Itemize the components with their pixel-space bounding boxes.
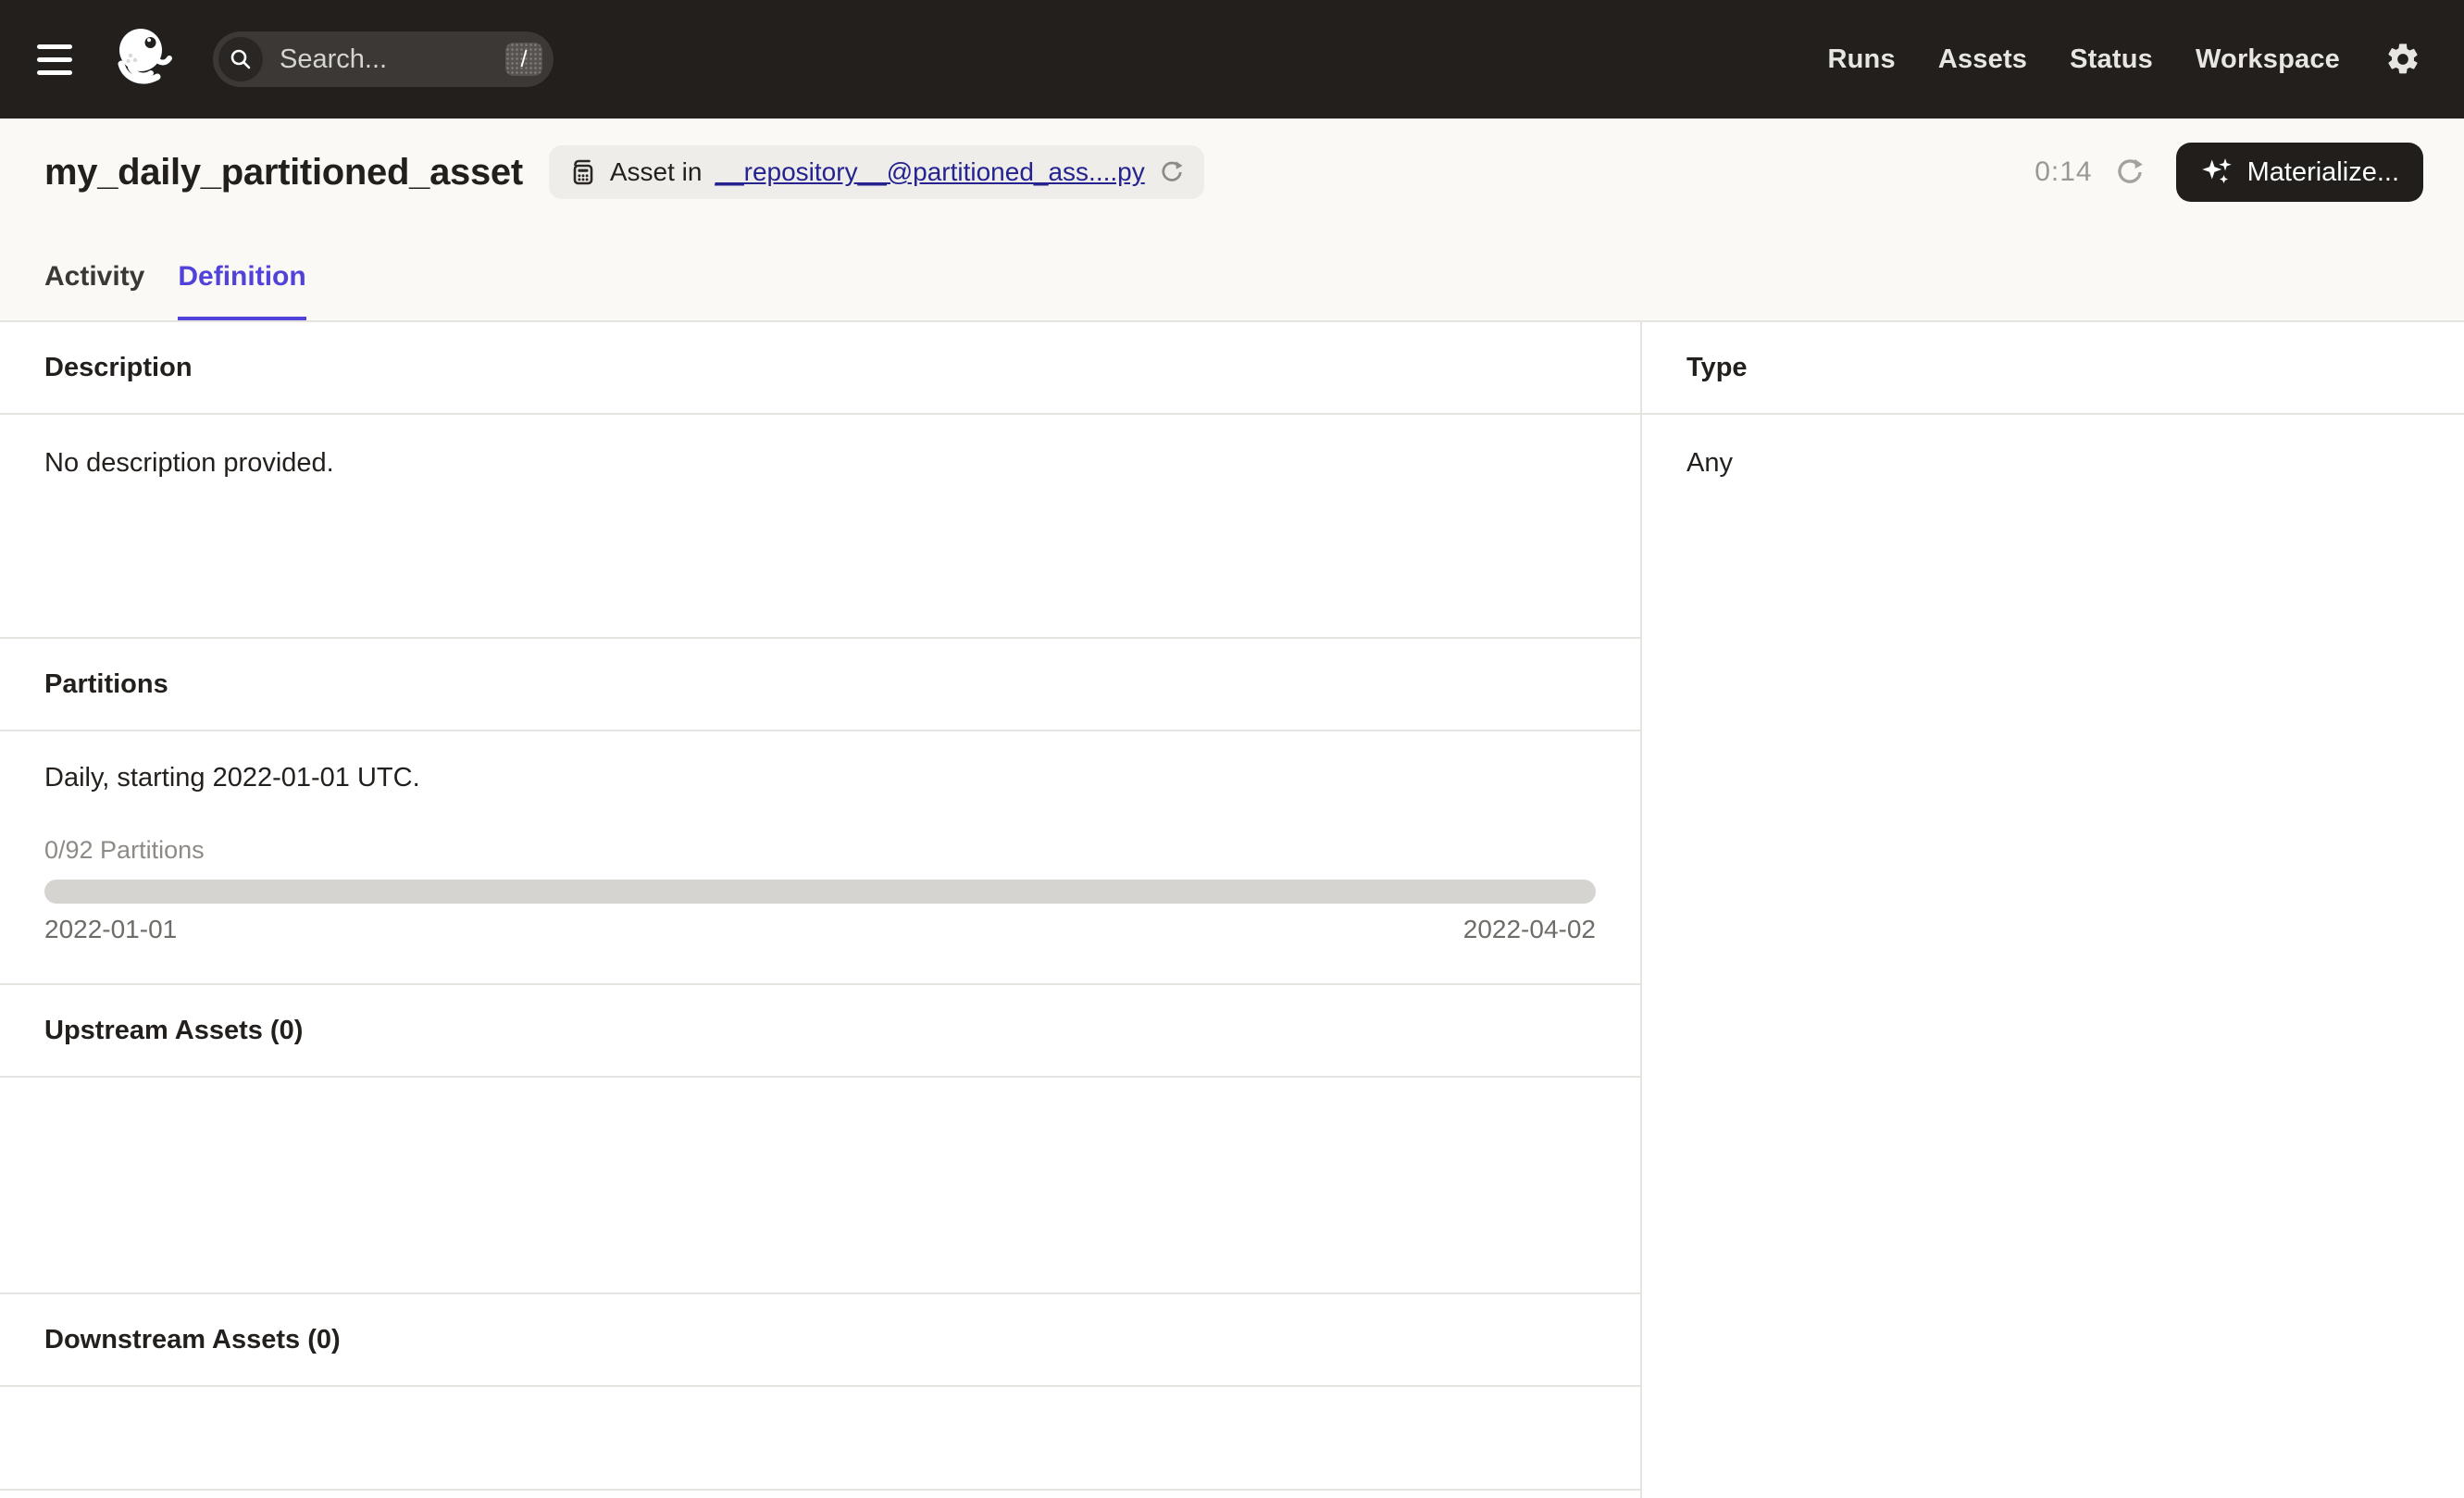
materialize-button[interactable]: Materialize... — [2175, 143, 2423, 202]
description-section-heading: Description — [0, 322, 1640, 415]
hamburger-icon — [37, 44, 72, 49]
tab-activity[interactable]: Activity — [44, 261, 144, 320]
hamburger-icon — [37, 69, 72, 75]
asset-group-icon — [573, 159, 593, 185]
downstream-section-heading: Downstream Assets (0) — [0, 1294, 1640, 1387]
nav-link-workspace[interactable]: Workspace — [2196, 44, 2340, 75]
auto-refresh-countdown: 0:14 — [2035, 156, 2093, 187]
partitions-body: Daily, starting 2022-01-01 UTC. 0/92 Par… — [0, 731, 1640, 985]
definition-left-column: Description No description provided. Par… — [0, 322, 1642, 1498]
title-row: my_daily_partitioned_asset Asset in __re… — [0, 119, 2464, 202]
downstream-empty-area — [0, 1387, 1640, 1491]
partition-range-start: 2022-01-01 — [44, 915, 178, 943]
slash-shortcut-key: / — [505, 43, 542, 76]
search-icon — [230, 49, 251, 69]
main-content: Description No description provided. Par… — [0, 322, 2464, 1498]
search-icon-circle — [218, 37, 263, 81]
partition-range: 2022-01-01 2022-04-02 — [44, 915, 1596, 944]
tab-definition[interactable]: Definition — [178, 261, 306, 320]
global-search[interactable]: / — [213, 31, 554, 87]
partition-progress-label: 0/92 Partitions — [44, 836, 205, 864]
upstream-section-heading: Upstream Assets (0) — [0, 985, 1640, 1078]
asset-tabs: Activity Definition — [0, 261, 2464, 320]
asset-page-header: my_daily_partitioned_asset Asset in __re… — [0, 119, 2464, 322]
upstream-empty-area — [0, 1078, 1640, 1294]
type-value: Any — [1686, 448, 1733, 478]
header-actions: 0:14 Materialize... — [2035, 143, 2423, 202]
materialize-button-label: Materialize... — [2246, 156, 2399, 187]
nav-link-runs[interactable]: Runs — [1828, 44, 1896, 75]
definition-right-column: Type Any — [1642, 322, 2464, 1498]
nav-link-assets[interactable]: Assets — [1938, 44, 2027, 75]
hamburger-menu-button[interactable] — [37, 37, 81, 81]
description-body: No description provided. — [0, 415, 1640, 639]
reload-icon[interactable] — [1158, 158, 1186, 186]
partition-range-end: 2022-04-02 — [1462, 915, 1596, 943]
asset-repository-badge: Asset in __repository__@partitioned_ass.… — [548, 145, 1204, 199]
search-input[interactable] — [278, 43, 505, 76]
top-navbar: / Runs Assets Status Workspace — [0, 0, 2464, 119]
type-section-heading: Type — [1642, 322, 2464, 415]
asset-badge-prefix: Asset in — [609, 157, 703, 186]
navbar-links: Runs Assets Status Workspace — [1828, 44, 2341, 75]
page-title: my_daily_partitioned_asset — [44, 151, 523, 193]
settings-button[interactable] — [2384, 41, 2421, 78]
hamburger-icon — [37, 56, 72, 62]
refresh-icon[interactable] — [2113, 156, 2147, 189]
partition-progress-bar — [44, 880, 1596, 904]
nav-link-status[interactable]: Status — [2070, 44, 2153, 75]
partition-schedule-text: Daily, starting 2022-01-01 UTC. — [44, 763, 420, 793]
sparkles-icon — [2201, 158, 2232, 183]
dagster-logo — [109, 24, 180, 94]
gear-icon — [2388, 44, 2418, 74]
repository-link[interactable]: __repository__@partitioned_ass....py — [715, 157, 1144, 187]
partitions-section-heading: Partitions — [0, 639, 1640, 731]
